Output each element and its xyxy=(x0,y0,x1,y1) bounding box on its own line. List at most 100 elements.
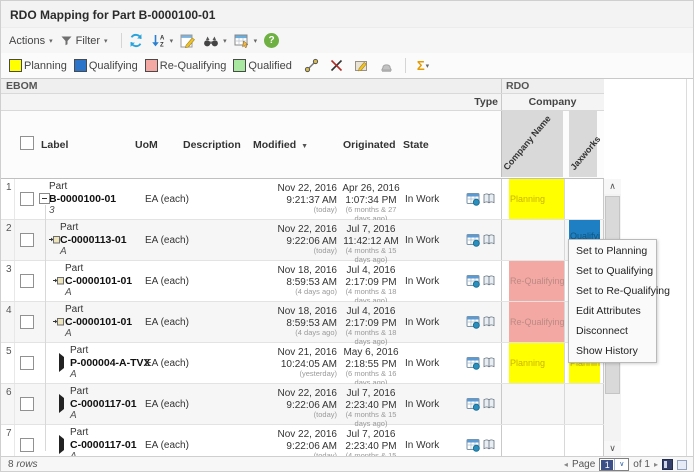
company-name-status-cell[interactable]: Re-Qualifying xyxy=(501,302,564,342)
row-checkbox[interactable] xyxy=(20,192,34,206)
label-cell[interactable]: Part C-0000117-01 A xyxy=(39,425,133,456)
state-column-header[interactable]: State xyxy=(401,139,444,151)
description-column-header[interactable]: Description xyxy=(181,139,251,151)
view-information-icon[interactable] xyxy=(482,192,496,205)
scroll-up-icon[interactable]: ∧ xyxy=(604,179,621,194)
label-cell[interactable]: Part P-000004-A-TVX A xyxy=(39,343,133,383)
view-information-icon[interactable] xyxy=(482,397,496,410)
row-checkbox[interactable] xyxy=(20,397,34,411)
row-checkbox[interactable] xyxy=(20,274,34,288)
edit-attributes-button[interactable] xyxy=(354,58,369,73)
select-all-checkbox[interactable] xyxy=(20,136,34,150)
row-checkbox[interactable] xyxy=(20,315,34,329)
part-type-icon[interactable] xyxy=(466,274,480,288)
company-name-status-cell[interactable] xyxy=(501,384,564,424)
sort-button[interactable]: A Z ▾ xyxy=(151,34,174,48)
menu-item-set-to-planning[interactable]: Set to Planning xyxy=(569,241,656,261)
label-column-header[interactable]: Label xyxy=(39,139,133,151)
menu-item-disconnect[interactable]: Disconnect xyxy=(569,321,656,341)
view-actions-button[interactable]: ▾ xyxy=(234,33,258,48)
company-name-status-cell[interactable] xyxy=(501,425,564,456)
table-row[interactable]: 3 Part C-0000101-01 A EA (each) Nov 18, … xyxy=(1,261,604,302)
part-number-link[interactable]: C-0000117-01 xyxy=(70,439,133,451)
label-cell[interactable]: Part C-0000101-01 A xyxy=(39,302,133,342)
table-row[interactable]: 7 Part C-0000117-01 A EA (each) Nov 22, … xyxy=(1,425,604,456)
table-row[interactable]: 5 Part P-000004-A-TVX A EA (each) Nov 21… xyxy=(1,343,604,384)
jaxworks-column-header[interactable]: Jaxworks xyxy=(569,111,597,177)
view-information-icon[interactable] xyxy=(482,438,496,451)
legend-item-qualified: Qualified xyxy=(233,59,291,72)
type-column-header: Type xyxy=(474,96,498,108)
menu-item-show-history[interactable]: Show History xyxy=(569,341,656,361)
part-number-link[interactable]: C-0000101-01 xyxy=(65,316,133,328)
row-checkbox[interactable] xyxy=(20,233,34,247)
part-type-icon[interactable] xyxy=(466,356,480,370)
disconnect-button[interactable] xyxy=(329,58,344,73)
uom-column-header[interactable]: UoM xyxy=(133,139,181,151)
originated-column-header[interactable]: Originated xyxy=(341,139,401,151)
summary-button[interactable]: Σ ▾ xyxy=(417,59,429,72)
part-number-link[interactable]: C-0000113-01 xyxy=(60,234,133,246)
company-name-status-cell[interactable]: Planning xyxy=(501,179,564,219)
help-button[interactable]: ? xyxy=(264,33,279,48)
view-information-icon[interactable] xyxy=(482,274,496,287)
part-type-icon[interactable] xyxy=(466,397,480,411)
row-number: 3 xyxy=(1,261,15,301)
company-name-header-label: Company Name xyxy=(501,113,552,172)
table-row[interactable]: 4 Part C-0000101-01 A EA (each) Nov 18, … xyxy=(1,302,604,343)
previous-page-icon[interactable]: ◂ xyxy=(564,460,568,469)
find-button[interactable]: ▾ xyxy=(203,34,227,48)
modified-column-header[interactable]: Modified ▼ xyxy=(251,139,341,151)
view-information-icon[interactable] xyxy=(482,315,496,328)
expand-triangle-icon[interactable] xyxy=(59,357,64,369)
jaxworks-status-cell[interactable] xyxy=(564,179,604,219)
row-checkbox-cell xyxy=(15,179,39,219)
table-column-headers: Label UoM Description Modified ▼ Origina… xyxy=(1,111,604,179)
normal-view-icon[interactable] xyxy=(677,460,687,470)
modified-cell: Nov 22, 2016 9:22:06 AM (today) xyxy=(251,384,341,424)
expand-triangle-icon[interactable] xyxy=(59,439,64,451)
table-row[interactable]: 6 Part C-0000117-01 A EA (each) Nov 22, … xyxy=(1,384,604,425)
part-type-icon[interactable] xyxy=(466,233,480,247)
modified-date: Nov 18, 2016 xyxy=(251,265,337,277)
label-cell[interactable]: Part C-0000113-01 A xyxy=(39,220,133,260)
jaxworks-status-cell[interactable] xyxy=(564,425,604,456)
menu-item-set-to-requalifying[interactable]: Set to Re-Qualifying xyxy=(569,281,656,301)
part-type-icon[interactable] xyxy=(466,315,480,329)
full-screen-view-icon[interactable] xyxy=(662,459,673,470)
part-number-link[interactable]: C-0000117-01 xyxy=(70,398,133,410)
part-type-icon[interactable] xyxy=(466,192,480,206)
collapse-minus-icon[interactable] xyxy=(39,193,50,204)
part-number-link[interactable]: P-000004-A-TVX xyxy=(70,357,133,369)
table-row[interactable]: 2 Part C-0000113-01 A EA (each) Nov 22, … xyxy=(1,220,604,261)
label-cell[interactable]: Part B-0000100-01 3 xyxy=(39,179,133,219)
connect-button[interactable] xyxy=(304,58,319,73)
refresh-button[interactable] xyxy=(128,33,144,48)
menu-item-edit-attributes[interactable]: Edit Attributes xyxy=(569,301,656,321)
scroll-down-icon[interactable]: ∨ xyxy=(604,441,621,456)
company-name-status-cell[interactable]: Re-Qualifying xyxy=(501,261,564,301)
company-name-status-cell[interactable]: Planning xyxy=(501,343,564,383)
page-select[interactable]: 1 ∨ xyxy=(599,458,629,471)
table-row[interactable]: 1 Part B-0000100-01 3 EA (each) Nov 22, … xyxy=(1,179,604,220)
actions-menu-button[interactable]: Actions ▾ xyxy=(9,35,53,47)
part-type-icon[interactable] xyxy=(466,438,480,452)
filter-menu-button[interactable]: Filter ▾ xyxy=(60,34,108,47)
view-information-icon[interactable] xyxy=(482,233,496,246)
part-number-link[interactable]: B-0000100-01 xyxy=(49,193,133,205)
next-page-icon[interactable]: ▸ xyxy=(654,460,658,469)
company-name-status-cell[interactable] xyxy=(501,220,564,260)
view-information-icon[interactable] xyxy=(482,356,496,369)
expand-triangle-icon[interactable] xyxy=(59,398,64,410)
row-checkbox[interactable] xyxy=(20,356,34,370)
jaxworks-status-cell[interactable] xyxy=(564,384,604,424)
row-checkbox[interactable] xyxy=(20,438,34,452)
modified-date: Nov 21, 2016 xyxy=(251,347,337,359)
menu-item-set-to-qualifying[interactable]: Set to Qualifying xyxy=(569,261,656,281)
part-number-link[interactable]: C-0000101-01 xyxy=(65,275,133,287)
label-cell[interactable]: Part C-0000101-01 A xyxy=(39,261,133,301)
company-name-column-header[interactable]: Company Name xyxy=(501,111,563,177)
actions-label: Actions xyxy=(9,35,45,47)
label-cell[interactable]: Part C-0000117-01 A xyxy=(39,384,133,424)
edit-button[interactable] xyxy=(180,33,196,48)
